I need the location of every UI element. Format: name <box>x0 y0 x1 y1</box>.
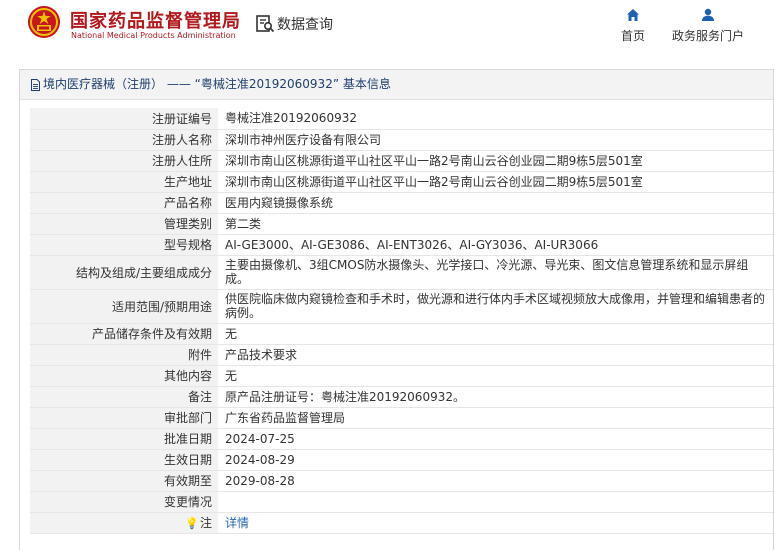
field-label: 其他内容 <box>30 365 219 387</box>
field-value: 2024-08-29 <box>218 449 773 471</box>
detail-panel: 境内医疗器械（注册） —— “粤械注准20192060932” 基本信息 注册证… <box>19 69 774 550</box>
table-row: 产品储存条件及有效期无 <box>30 323 773 345</box>
note-value-cell: 详情 <box>218 512 773 534</box>
field-label: 结构及组成/主要组成成分 <box>30 255 219 290</box>
table-row: 附件 产品技术要求 <box>30 344 773 366</box>
field-value: AI-GE3000、AI-GE3086、AI-ENT3026、AI-GY3036… <box>218 234 773 256</box>
site-name-zh[interactable]: 国家药品监督管理局 <box>70 7 241 33</box>
table-row: 注册人名称 深圳市神州医疗设备有限公司 <box>30 129 773 151</box>
table-row: 其他内容无 <box>30 365 773 387</box>
field-label: 注册人住所 <box>30 150 219 172</box>
national-emblem-icon[interactable] <box>27 5 61 39</box>
table-row: 产品名称 医用内窥镜摄像系统 <box>30 192 773 214</box>
field-label: 注册人名称 <box>30 129 219 151</box>
field-label: 有效期至 <box>30 470 219 492</box>
table-row: 生效日期 2024-08-29 <box>30 449 773 471</box>
field-label: 适用范围/预期用途 <box>30 289 219 324</box>
field-value: 2024-07-25 <box>218 428 773 450</box>
field-label: 管理类别 <box>30 213 219 235</box>
field-value: 医用内窥镜摄像系统 <box>218 192 773 214</box>
field-label: 批准日期 <box>30 428 219 450</box>
table-row: 注册证编号 粤械注准20192060932 <box>30 108 773 130</box>
table-row: 批准日期 2024-07-25 <box>30 428 773 450</box>
field-label: 审批部门 <box>30 407 219 429</box>
table-row: 注册人住所 深圳市南山区桃源街道平山社区平山一路2号南山云谷创业园二期9栋5层50… <box>30 150 773 172</box>
field-value: 深圳市南山区桃源街道平山社区平山一路2号南山云谷创业园二期9栋5层501室 <box>218 171 773 193</box>
field-value: 主要由摄像机、3组CMOS防水摄像头、光学接口、冷光源、导光束、图文信息管理系统… <box>218 255 773 290</box>
nav-home-label: 首页 <box>620 29 645 43</box>
field-value: 无 <box>218 365 773 387</box>
field-value: 供医院临床做内窥镜检查和手术时，做光源和进行体内手术区域视频放大成像用，并管理和… <box>218 289 773 324</box>
home-icon <box>627 9 639 21</box>
bulb-icon: 💡 <box>185 517 199 530</box>
field-value: 粤械注准20192060932 <box>218 108 773 130</box>
nav-home[interactable]: 首页 <box>616 8 650 44</box>
table-row: 有效期至 2029-08-28 <box>30 470 773 492</box>
table-row: 适用范围/预期用途 供医院临床做内窥镜检查和手术时，做光源和进行体内手术区域视频放… <box>30 289 773 324</box>
info-table-wrap: 注册证编号 粤械注准20192060932 注册人名称 深圳市神州医疗设备有限公司 注册… <box>20 100 773 534</box>
field-value: 2029-08-28 <box>218 470 773 492</box>
field-label: 生产地址 <box>30 171 219 193</box>
field-value: 产品技术要求 <box>218 344 773 366</box>
field-value <box>218 491 773 513</box>
field-label: 备注 <box>30 386 219 408</box>
user-icon <box>702 8 714 21</box>
field-value: 深圳市神州医疗设备有限公司 <box>218 129 773 151</box>
detail-link[interactable]: 详情 <box>225 516 249 530</box>
data-query-icon <box>256 15 275 33</box>
info-table: 注册证编号 粤械注准20192060932 注册人名称 深圳市神州医疗设备有限公司 注册… <box>30 108 773 534</box>
panel-title: 境内医疗器械（注册） —— “粤械注准20192060932” 基本信息 <box>43 77 391 91</box>
data-query-link[interactable]: 数据查询 <box>255 12 333 36</box>
field-label: 注册证编号 <box>30 108 219 130</box>
table-row: 审批部门 广东省药品监督管理局 <box>30 407 773 429</box>
note-label: 注 <box>199 516 212 530</box>
table-row: 变更情况 <box>30 491 773 513</box>
site-header: 国家药品监督管理局 National Medical Products Admi… <box>0 0 775 60</box>
site-name-en[interactable]: National Medical Products Administration <box>71 31 236 40</box>
table-row: 管理类别 第二类 <box>30 213 773 235</box>
field-value: 无 <box>218 323 773 345</box>
field-label: 生效日期 <box>30 449 219 471</box>
field-label: 产品名称 <box>30 192 219 214</box>
field-value: 广东省药品监督管理局 <box>218 407 773 429</box>
panel-title-bar: 境内医疗器械（注册） —— “粤械注准20192060932” 基本信息 <box>20 70 773 100</box>
nav-portal[interactable]: 政务服务门户 <box>668 8 748 44</box>
field-value: 原产品注册证号：粤械注准20192060932。 <box>218 386 773 408</box>
document-icon <box>31 78 40 91</box>
field-value: 第二类 <box>218 213 773 235</box>
field-label: 变更情况 <box>30 491 219 513</box>
field-label: 型号规格 <box>30 234 219 256</box>
table-row-note: 💡注 详情 <box>30 512 773 534</box>
table-row: 生产地址 深圳市南山区桃源街道平山社区平山一路2号南山云谷创业园二期9栋5层501… <box>30 171 773 193</box>
field-value: 深圳市南山区桃源街道平山社区平山一路2号南山云谷创业园二期9栋5层501室 <box>218 150 773 172</box>
table-row: 型号规格 AI-GE3000、AI-GE3086、AI-ENT3026、AI-GY… <box>30 234 773 256</box>
note-label-cell: 💡注 <box>30 512 219 534</box>
table-row: 结构及组成/主要组成成分 主要由摄像机、3组CMOS防水摄像头、光学接口、冷光源、… <box>30 255 773 290</box>
nav-portal-label: 政务服务门户 <box>671 29 744 43</box>
field-label: 附件 <box>30 344 219 366</box>
data-query-label: 数据查询 <box>277 17 333 33</box>
field-label: 产品储存条件及有效期 <box>30 323 219 345</box>
table-row: 备注 原产品注册证号：粤械注准20192060932。 <box>30 386 773 408</box>
